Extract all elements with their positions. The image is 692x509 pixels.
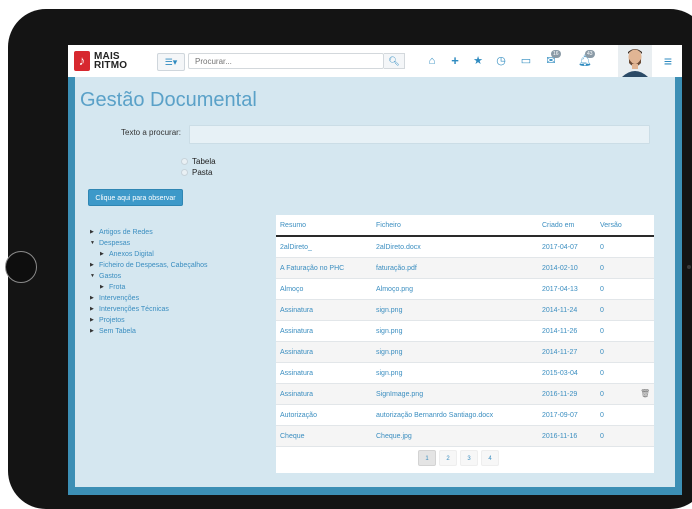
column-header-ficheiro[interactable]: Ficheiro [376,222,401,229]
search-text-label: Texto a procurar: [121,128,182,137]
column-header-resumo[interactable]: Resumo [280,222,306,229]
caret-right-icon: ▶ [100,284,104,290]
music-note-icon: ♪ [74,51,90,71]
column-header-versao[interactable]: Versão [600,222,622,229]
caret-right-icon: ▶ [90,295,94,301]
radio-button[interactable] [181,169,188,176]
top-navbar: ♪ MAIS RITMO ☰▾ 🔍︎ ⌂ + ★ ◷ ▭ ✉16 🔔︎43 [68,45,682,77]
document-search-field[interactable] [189,125,650,144]
clock-icon[interactable]: ◷ [492,53,510,69]
tree-item-anexos-digital[interactable]: ▶ Anexos Digital [100,249,154,259]
main-frame: Gestão Documental Texto a procurar: Tabe… [68,77,682,495]
caret-right-icon: ▶ [90,262,94,268]
table-row[interactable]: Autorização autorização Bernanrdo Santia… [276,405,654,426]
caret-right-icon: ▶ [90,229,94,235]
caret-right-icon: ▶ [100,251,104,257]
caret-right-icon: ▶ [90,306,94,312]
caret-right-icon: ▶ [90,328,94,334]
table-row[interactable]: Assinatura SignImage.png 2016-11-29 0 🗑︎ [276,384,654,405]
page-button-3[interactable]: 3 [460,450,478,466]
tree-item-intervencoes-tecnicas[interactable]: ▶ Intervenções Técnicas [90,304,169,314]
table-row[interactable]: Assinatura sign.png 2015-03-04 0 [276,363,654,384]
search-input[interactable] [188,53,384,69]
star-icon[interactable]: ★ [469,53,487,69]
tree-item-sem-tabela[interactable]: ▶ Sem Tabela [90,326,136,336]
app-screen: ♪ MAIS RITMO ☰▾ 🔍︎ ⌂ + ★ ◷ ▭ ✉16 🔔︎43 [68,45,682,495]
observe-button[interactable]: Clique aqui para observar [88,189,183,206]
table-row[interactable]: Almoço Almoço.png 2017-04-13 0 [276,279,654,300]
table-row[interactable]: Assinatura sign.png 2014-11-26 0 [276,321,654,342]
caret-down-icon: ▼ [90,273,95,279]
column-header-criado-em[interactable]: Criado em [542,222,574,229]
list-menu-button[interactable]: ☰▾ [157,53,185,71]
radio-tabela[interactable]: Tabela [181,157,216,166]
tree-item-frota[interactable]: ▶ Frota [100,282,125,292]
radio-button[interactable] [181,158,188,165]
page-button-1[interactable]: 1 [418,450,436,466]
mail-icon[interactable]: ✉ 16 [542,50,561,69]
caret-down-icon: ▼ [90,240,95,246]
page-button-2[interactable]: 2 [439,450,457,466]
search-button[interactable]: 🔍︎ [384,53,405,69]
tree-item-artigos-de-redes[interactable]: ▶ Artigos de Redes [90,227,153,237]
tree-item-projetos[interactable]: ▶ Projetos [90,315,125,325]
table-row[interactable]: 2alDireto_ 2alDireto.docx 2017-04-07 0 [276,237,654,258]
radio-pasta[interactable]: Pasta [181,168,212,177]
camera-dot [687,265,691,269]
trash-icon[interactable]: 🗑︎ [640,389,650,398]
hamburger-icon[interactable]: ≡ [660,53,676,69]
documents-table: Resumo Ficheiro Criado em Versão 2alDire… [276,215,654,473]
pagination: 1 2 3 4 [418,450,502,466]
caret-right-icon: ▶ [90,317,94,323]
table-row[interactable]: Assinatura sign.png 2014-11-27 0 [276,342,654,363]
table-row[interactable]: Assinatura sign.png 2014-11-24 0 [276,300,654,321]
bell-icon[interactable]: 🔔︎ 43 [576,50,595,69]
notification-badge: 43 [585,50,595,58]
logo-text: MAIS RITMO [94,51,128,71]
user-avatar[interactable] [618,45,652,77]
app-logo[interactable]: ♪ MAIS RITMO [74,50,127,72]
page-title: Gestão Documental [80,89,257,111]
home-icon[interactable]: ⌂ [423,53,441,69]
table-header: Resumo Ficheiro Criado em Versão [276,215,654,237]
table-row[interactable]: Cheque Cheque.jpg 2016-11-16 0 [276,426,654,447]
tree-item-despesas[interactable]: ▼ Despesas [90,238,130,248]
tablet-bezel: ♪ MAIS RITMO ☰▾ 🔍︎ ⌂ + ★ ◷ ▭ ✉16 🔔︎43 [5,9,692,509]
mail-badge: 16 [551,50,561,58]
page-button-4[interactable]: 4 [481,450,499,466]
calendar-icon[interactable]: ▭ [517,53,535,69]
tree-item-intervencoes[interactable]: ▶ Intervenções [90,293,139,303]
plus-icon[interactable]: + [446,53,464,69]
search-icon: 🔍︎ [388,56,400,66]
content-panel: Gestão Documental Texto a procurar: Tabe… [75,77,675,487]
tree-item-gastos[interactable]: ▼ Gastos [90,271,121,281]
home-button [5,251,37,283]
tree-item-ficheiro-de-despesas[interactable]: ▶ Ficheiro de Despesas, Cabeçalhos [90,260,208,270]
table-row[interactable]: A Faturação no PHC faturação.pdf 2014-02… [276,258,654,279]
